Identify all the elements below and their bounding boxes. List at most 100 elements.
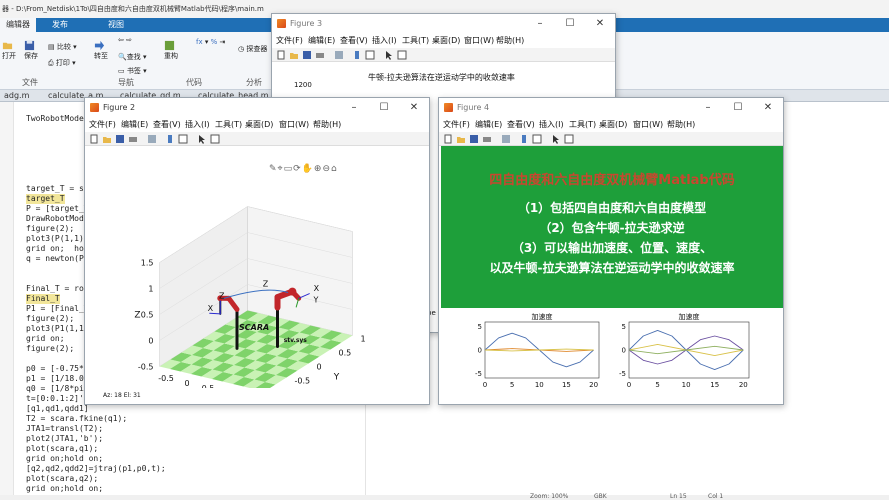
save-icon[interactable] (302, 50, 312, 60)
code-line: P1 = [Final_T (26, 304, 89, 313)
x-tick-label: 15 (710, 381, 719, 389)
maximize-button[interactable]: ☐ (369, 98, 399, 118)
menu-file[interactable]: 文件(F) (443, 118, 470, 132)
x-tick-label: 20 (589, 381, 598, 389)
back-arrow-icon: ⇦ (118, 36, 124, 44)
refactor-button[interactable]: 重构 (164, 40, 178, 61)
minimize-button[interactable]: – (525, 14, 555, 34)
menu-view[interactable]: 查看(V) (340, 34, 368, 48)
maximize-button[interactable]: ☐ (723, 98, 753, 118)
menu-window[interactable]: 窗口(W) (464, 34, 494, 48)
print-icon[interactable] (482, 134, 492, 144)
goto-arrow-icon (94, 40, 105, 51)
compare-button[interactable]: ▤ 比较 ▾ (48, 42, 77, 52)
robot-3d-plot: -0.500.511.5-0.500.511.5-1-0.500.51XYZXZ… (134, 206, 366, 388)
colorbar-icon[interactable] (519, 134, 529, 144)
save-button[interactable]: 保存 (24, 40, 38, 61)
promo-title: 四自由度和六自由度双机械臂Matlab代码 (489, 173, 735, 188)
close-button[interactable]: ✕ (753, 98, 783, 118)
menu-tools[interactable]: 工具(T) (569, 118, 596, 132)
legend-icon[interactable] (178, 134, 188, 144)
menu-desktop[interactable]: 桌面(D) (432, 34, 460, 48)
menu-insert[interactable]: 插入(I) (185, 118, 210, 132)
maximize-button[interactable]: ☐ (555, 14, 585, 34)
code-line: grid on; hol (26, 244, 89, 253)
tab-view[interactable]: 视图 (102, 18, 130, 32)
menu-desktop[interactable]: 桌面(D) (599, 118, 627, 132)
menu-tools[interactable]: 工具(T) (402, 34, 429, 48)
open-icon[interactable] (456, 134, 466, 144)
open-icon[interactable] (289, 50, 299, 60)
matlab-logo-icon (444, 103, 453, 112)
menu-window[interactable]: 窗口(W) (633, 118, 663, 132)
menu-edit[interactable]: 编辑(E) (475, 118, 502, 132)
menu-file[interactable]: 文件(F) (276, 34, 303, 48)
print-button[interactable]: ⎙ 打印 ▾ (48, 58, 76, 68)
print-icon[interactable] (128, 134, 138, 144)
bookmark-button[interactable]: ▭ 书签 ▾ (118, 66, 147, 76)
tab-editor[interactable]: 编辑器 (0, 18, 36, 32)
chart-title: 加速度 (532, 312, 553, 321)
menu-file[interactable]: 文件(F) (89, 118, 116, 132)
new-figure-icon[interactable] (276, 50, 286, 60)
code-line: target_T = sc (26, 184, 89, 193)
goto-button[interactable]: 转至 (94, 40, 108, 61)
group-label-code: 代码 (186, 78, 202, 87)
menu-tools[interactable]: 工具(T) (215, 118, 242, 132)
link-icon[interactable] (501, 134, 511, 144)
menu-edit[interactable]: 编辑(E) (121, 118, 148, 132)
menu-help[interactable]: 帮助(H) (667, 118, 695, 132)
legend-icon[interactable] (532, 134, 542, 144)
z-tick-label: 1.5 (141, 259, 154, 268)
fx-dropdown-icon: ▾ (204, 38, 209, 46)
tab-publish[interactable]: 发布 (46, 18, 74, 32)
code-line: JTA1=transl(T2); (26, 424, 104, 433)
link-icon[interactable] (334, 50, 344, 60)
frame-label: Z (219, 292, 225, 301)
close-button[interactable]: ✕ (399, 98, 429, 118)
nav-back-forward[interactable]: ⇦ ⇨ (118, 36, 132, 44)
code-line: [q1,qd1,qdd1] (26, 404, 89, 413)
menu-help[interactable]: 帮助(H) (496, 34, 524, 48)
robot6-label: stv.sys (284, 337, 308, 344)
save-icon[interactable] (469, 134, 479, 144)
open-button[interactable]: 打开 (2, 40, 16, 61)
colorbar-icon[interactable] (352, 50, 362, 60)
find-button[interactable]: 🔍查找 ▾ (118, 52, 146, 62)
link-icon[interactable] (147, 134, 157, 144)
menu-window[interactable]: 窗口(W) (279, 118, 309, 132)
menu-view[interactable]: 查看(V) (507, 118, 535, 132)
new-figure-icon[interactable] (89, 134, 99, 144)
line-gutter (0, 102, 14, 495)
pointer-icon[interactable] (197, 134, 207, 144)
x-tick-label: -0.5 (158, 374, 174, 383)
menu-insert[interactable]: 插入(I) (372, 34, 397, 48)
pointer-icon[interactable] (551, 134, 561, 144)
save-icon[interactable] (115, 134, 125, 144)
chart-title: 加速度 (679, 312, 700, 321)
x-tick-label: 10 (535, 381, 544, 389)
legend-icon[interactable] (365, 50, 375, 60)
file-tab[interactable]: adg.m (2, 90, 31, 102)
menu-help[interactable]: 帮助(H) (313, 118, 341, 132)
dock-icon[interactable] (210, 134, 220, 144)
minimize-button[interactable]: – (693, 98, 723, 118)
code-tools[interactable]: fx ▾ % ⇥ (196, 38, 225, 46)
close-button[interactable]: ✕ (585, 14, 615, 34)
figure-2-window[interactable]: Figure 2 – ☐ ✕ 文件(F) 编辑(E) 查看(V) 插入(I) 工… (84, 97, 430, 405)
minimize-button[interactable]: – (339, 98, 369, 118)
menu-edit[interactable]: 编辑(E) (308, 34, 335, 48)
figure-4-window[interactable]: Figure 4 – ☐ ✕ 文件(F) 编辑(E) 查看(V) 插入(I) 工… (438, 97, 784, 405)
code-line: p0 = [-0.75*p (26, 364, 89, 373)
menu-view[interactable]: 查看(V) (153, 118, 181, 132)
new-figure-icon[interactable] (443, 134, 453, 144)
open-icon[interactable] (102, 134, 112, 144)
colorbar-icon[interactable] (165, 134, 175, 144)
dock-icon[interactable] (397, 50, 407, 60)
dock-icon[interactable] (564, 134, 574, 144)
menu-desktop[interactable]: 桌面(D) (245, 118, 273, 132)
menu-insert[interactable]: 插入(I) (539, 118, 564, 132)
analyze-button[interactable]: ◷ 探查器 (238, 44, 267, 54)
print-icon[interactable] (315, 50, 325, 60)
pointer-icon[interactable] (384, 50, 394, 60)
